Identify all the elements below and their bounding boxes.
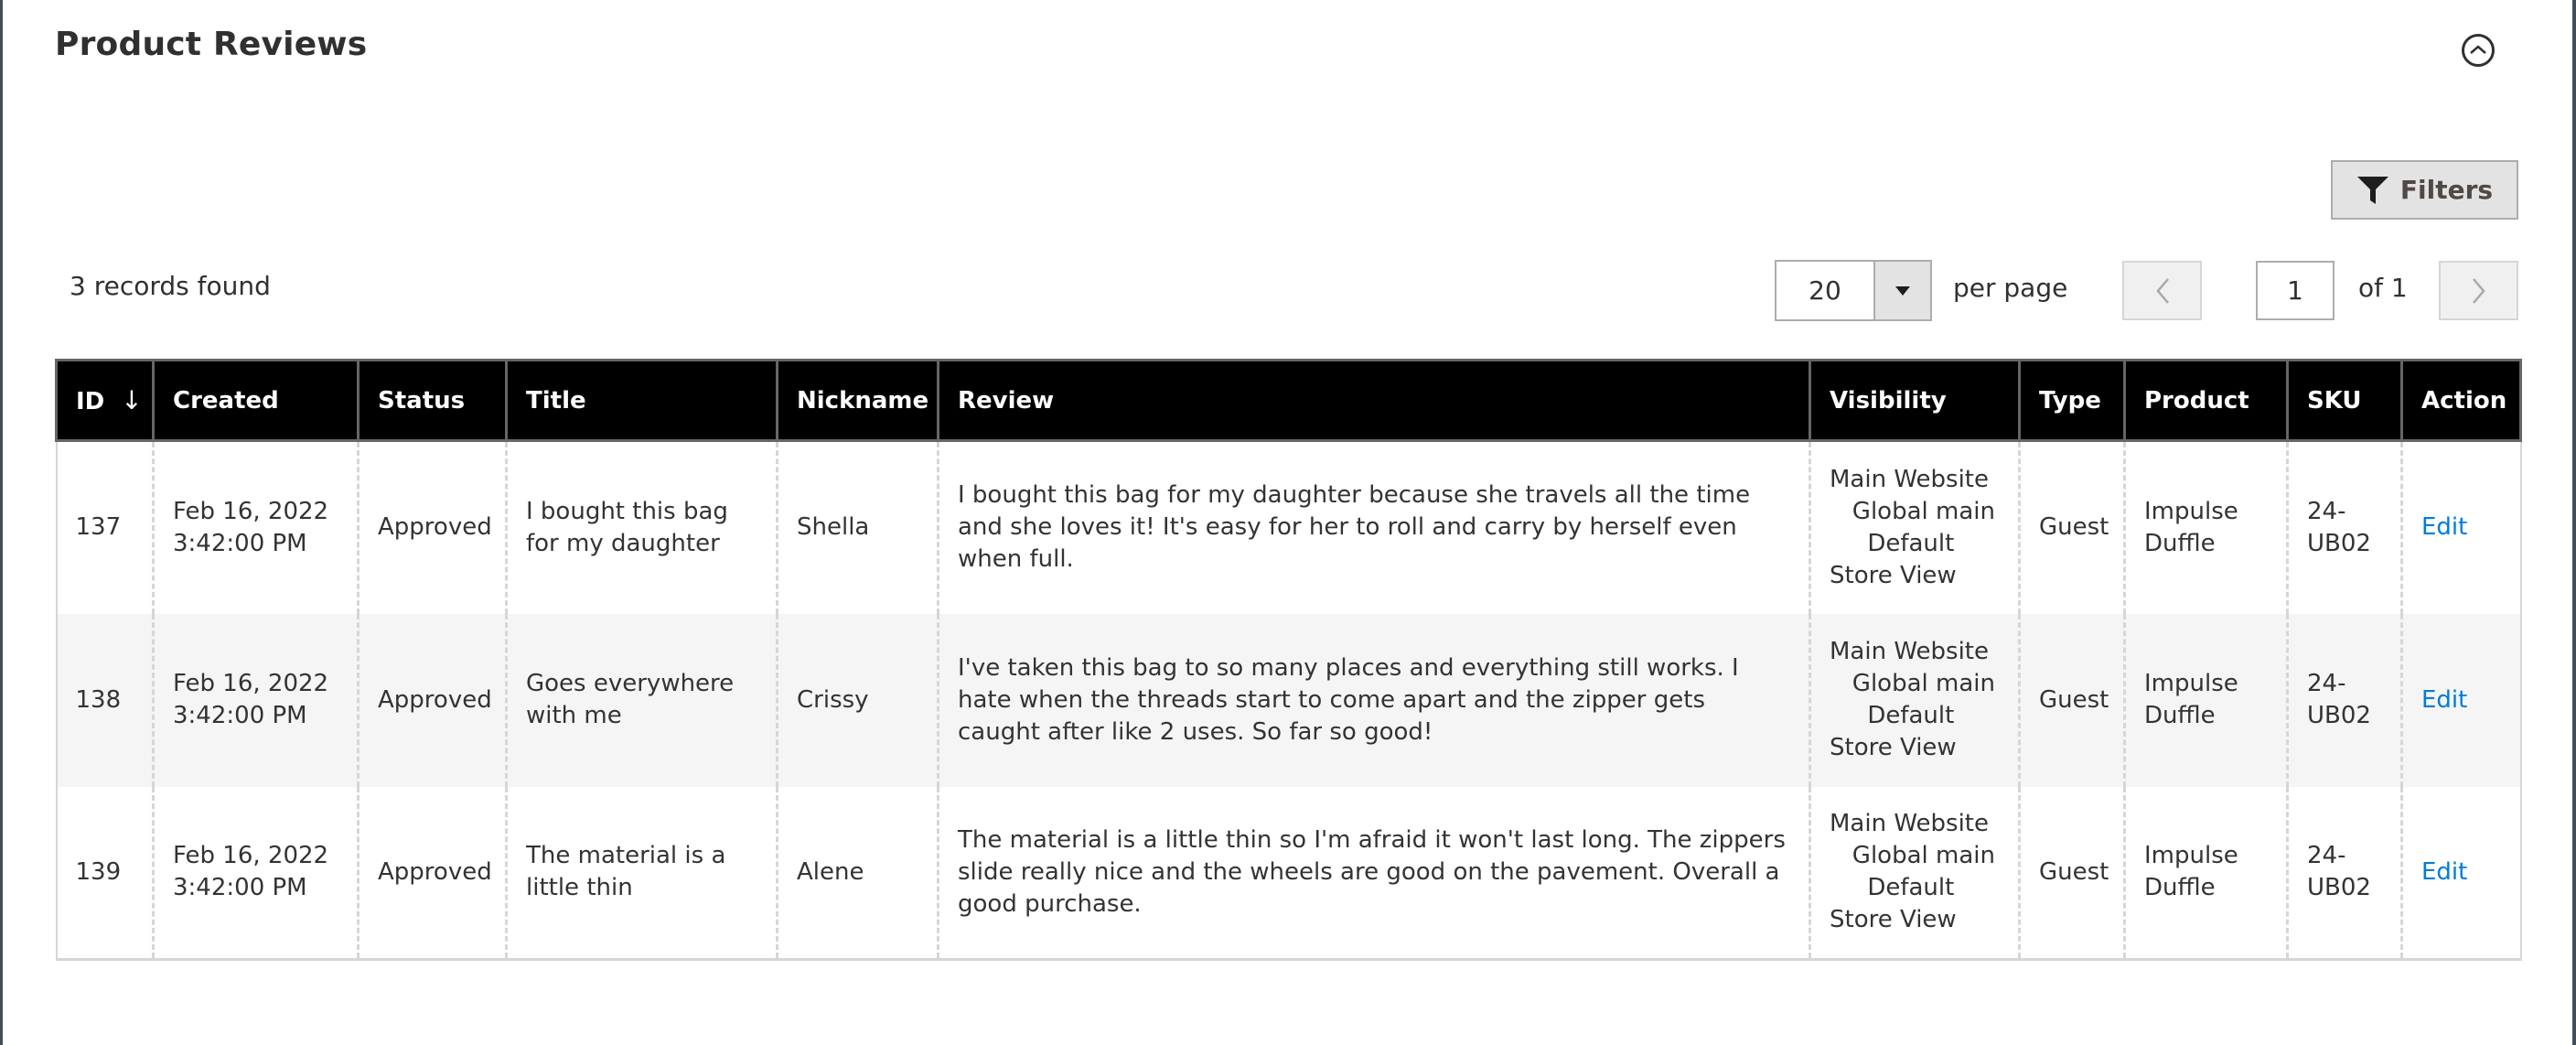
cell-status: Approved [357,440,508,614]
cell-review: The material is a little thin so I'm afr… [937,786,1811,961]
caret-down-icon [1895,285,1910,296]
cell-product: Impulse Duffle [2123,786,2289,961]
edit-link[interactable]: Edit [2421,858,2467,886]
cell-action: Edit [2400,440,2522,614]
cell-title: I bought this bag for my daughter [505,440,778,614]
table-row[interactable]: 138 Feb 16, 2022 3:42:00 PM Approved Goes… [55,613,2522,787]
cell-visibility: Main Website Global main Default Store V… [1809,786,2021,961]
cell-product: Impulse Duffle [2123,440,2289,614]
next-page-button[interactable] [2439,261,2518,320]
cell-review: I bought this bag for my daughter becaus… [937,440,1811,614]
cell-created: Feb 16, 2022 3:42:00 PM [152,786,360,961]
section-title: Product Reviews [55,26,368,63]
column-header-id[interactable]: ID ↓ [55,359,155,442]
column-header-status[interactable]: Status [357,359,508,442]
column-header-visibility[interactable]: Visibility [1809,359,2021,442]
chevron-up-icon [2470,45,2486,54]
cell-type: Guest [2018,786,2126,961]
cell-visibility: Main Website Global main Default Store V… [1809,613,2021,787]
reviews-grid: ID ↓ Created Status Title Nickname Review… [55,359,2522,961]
cell-nickname: Alene [776,786,939,961]
sort-descending-icon: ↓ [121,385,143,415]
per-page-value[interactable]: 20 [1776,262,1875,319]
collapse-section-button[interactable] [2462,34,2495,67]
filters-button[interactable]: Filters [2331,160,2518,220]
column-header-sku[interactable]: SKU [2286,359,2403,442]
column-header-created[interactable]: Created [152,359,360,442]
cell-created: Feb 16, 2022 3:42:00 PM [152,613,360,787]
edit-link[interactable]: Edit [2421,686,2467,714]
cell-type: Guest [2018,440,2126,614]
cell-nickname: Crissy [776,613,939,787]
per-page-select[interactable]: 20 [1775,260,1932,321]
filters-label: Filters [2399,175,2494,205]
column-header-type[interactable]: Type [2018,359,2126,442]
cell-type: Guest [2018,613,2126,787]
cell-id: 138 [55,613,155,787]
cell-title: The material is a little thin [505,786,778,961]
table-row[interactable]: 139 Feb 16, 2022 3:42:00 PM Approved The … [55,786,2522,961]
cell-visibility: Main Website Global main Default Store V… [1809,440,2021,614]
cell-action: Edit [2400,613,2522,787]
cell-action: Edit [2400,786,2522,961]
cell-status: Approved [357,613,508,787]
column-header-nickname[interactable]: Nickname [776,359,939,442]
column-header-title[interactable]: Title [505,359,778,442]
column-header-review[interactable]: Review [937,359,1811,442]
column-header-action: Action [2400,359,2522,442]
cell-review: I've taken this bag to so many places an… [937,613,1811,787]
cell-product: Impulse Duffle [2123,613,2289,787]
cell-sku: 24-UB02 [2286,786,2403,961]
per-page-label: per page [1953,273,2068,303]
per-page-toggle[interactable] [1875,262,1930,319]
grid-header-row: ID ↓ Created Status Title Nickname Review… [55,359,2522,442]
page-border-left [0,0,3,1045]
table-row[interactable]: 137 Feb 16, 2022 3:42:00 PM Approved I bo… [55,440,2522,614]
cell-id: 139 [55,786,155,961]
page-total: of 1 [2358,273,2408,303]
cell-created: Feb 16, 2022 3:42:00 PM [152,440,360,614]
edit-link[interactable]: Edit [2421,513,2467,541]
cell-status: Approved [357,786,508,961]
current-page-input[interactable] [2256,261,2334,320]
chevron-right-icon [2472,277,2485,304]
page-border-right [2572,0,2576,1045]
cell-id: 137 [55,440,155,614]
cell-nickname: Shella [776,440,939,614]
filter-funnel-icon [2356,176,2388,204]
records-found: 3 records found [70,271,271,301]
chevron-left-icon [2155,277,2169,304]
cell-sku: 24-UB02 [2286,613,2403,787]
previous-page-button[interactable] [2122,261,2202,320]
cell-sku: 24-UB02 [2286,440,2403,614]
cell-title: Goes everywhere with me [505,613,778,787]
column-header-product[interactable]: Product [2123,359,2289,442]
